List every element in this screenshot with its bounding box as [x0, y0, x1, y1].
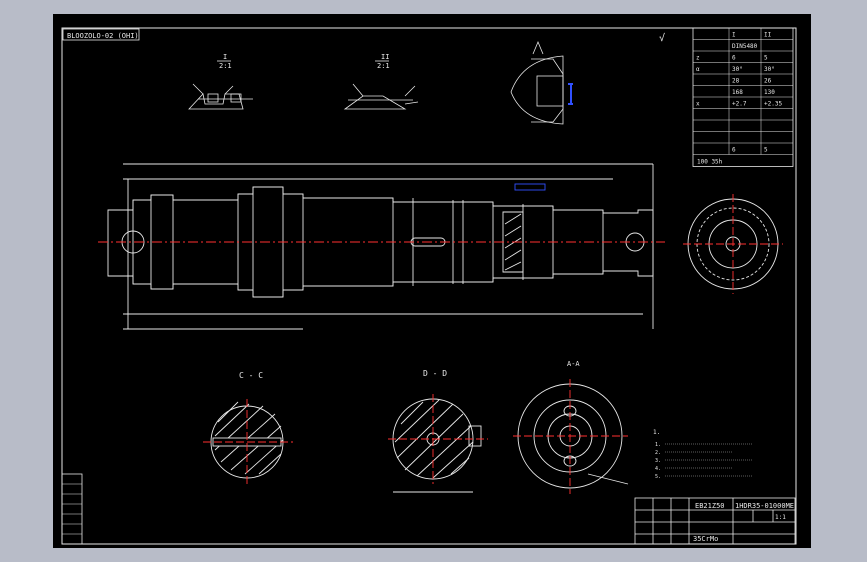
gear-table-cell: x [696, 101, 700, 108]
title-block-material: 35CrMo [693, 535, 718, 543]
gear-table-cell: +2.35 [764, 101, 782, 108]
gear-table-cell: α [696, 66, 700, 73]
gear-table-footer: 100 35h [697, 159, 723, 166]
section-aa: A-A [513, 360, 629, 494]
title-block-ratio: 1:1 [775, 514, 786, 521]
section-aa-label: A-A [567, 360, 580, 368]
gear-table-cell: I [732, 32, 736, 39]
detail-1-label: I [223, 53, 227, 61]
note-line: 5. [655, 474, 661, 480]
gear-table-cell: z [696, 55, 700, 62]
note-line: 4. [655, 466, 661, 472]
section-dd-label: D - D [423, 369, 447, 378]
code-box-text: BLOOZOLO-02 (OHI) [67, 32, 139, 40]
detail-1-scale: 2:1 [219, 62, 232, 70]
detail-2-scale: 2:1 [377, 62, 390, 70]
left-revision-strip [61, 473, 83, 545]
detail-view-3 [510, 40, 573, 125]
note-line: 2. [655, 450, 661, 456]
note-line: 3. [655, 458, 661, 464]
gear-table-cell: 28 [732, 78, 740, 85]
notes-heading: 1. [653, 429, 660, 436]
detail-2-label: II [381, 53, 389, 61]
gear-table-cell: 30° [764, 66, 775, 73]
gear-table-cell: II [764, 32, 772, 39]
gear-table-cell: +2.7 [732, 101, 747, 108]
technical-notes: 1. 1. 2. 3. 4. 5. [653, 429, 753, 480]
title-block-name: EB21Z50 [695, 502, 725, 510]
section-cc: C - C [203, 371, 293, 484]
end-view [683, 194, 783, 294]
gear-table: I IIDIN5480z 6 5α 30° 30°28 26168 130x +2.7 +2.35… [692, 27, 794, 167]
drawing-border [61, 27, 797, 545]
roughness-symbol: √ [659, 32, 665, 44]
gear-table-cell: 168 [732, 89, 743, 96]
gear-table-cell: 6 [732, 55, 736, 62]
gear-table-cell: 26 [764, 78, 772, 85]
section-cc-label: C - C [239, 371, 263, 380]
gear-table-cell: 6 [732, 147, 736, 154]
detail-view-2: II 2:1 [343, 53, 419, 110]
gear-table-cell: DIN5480 [732, 43, 758, 50]
title-block-code: 1HDR35-01000ME [735, 502, 794, 510]
gear-table-cell: 30° [732, 66, 743, 73]
main-shaft-view [107, 163, 654, 330]
drawing-sheet: BLOOZOLO-02 (OHI) √ I II DIN5480 z 6 5 α 30° 30°… [53, 14, 811, 548]
detail-view-1: I 2:1 [188, 53, 253, 110]
gear-table-cell: 5 [764, 147, 768, 154]
gear-table-cell: 130 [764, 89, 775, 96]
note-line: 1. [655, 442, 661, 448]
cad-drawing: BLOOZOLO-02 (OHI) √ I IIDIN5480z 6 5α 30° 30°… [61, 27, 797, 545]
section-dd: D - D [388, 369, 488, 493]
gear-table-cell: 5 [764, 55, 768, 62]
title-block: EB21Z50 1HDR35-01000ME 35CrMo 1:1 [634, 497, 796, 545]
